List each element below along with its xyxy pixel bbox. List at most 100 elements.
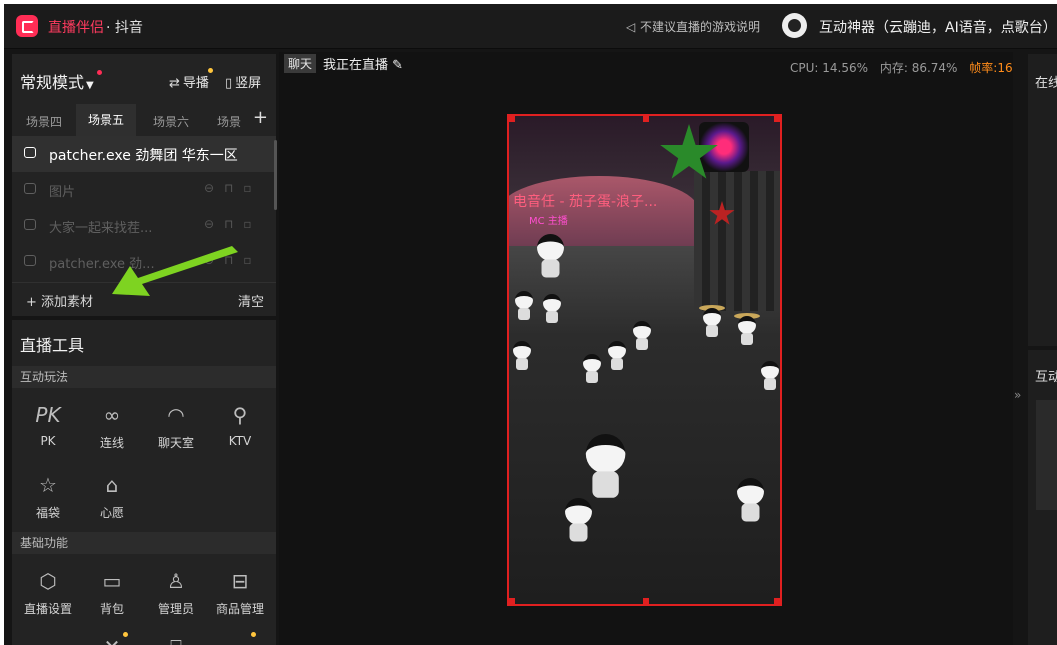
tool-label: 管理员 bbox=[157, 602, 194, 616]
live-title-text: 我正在直播 bbox=[323, 58, 389, 73]
tab-scene-4[interactable]: 场景四 bbox=[26, 113, 62, 130]
avatar-figure bbox=[559, 498, 598, 543]
app-window: 直播伴侣 · 抖音 ◁ 不建议直播的游戏说明 互动神器（云蹦迪，AI语音，点歌台）… bbox=[4, 4, 1057, 645]
resize-handle[interactable] bbox=[509, 598, 515, 604]
interactive-tool-avatar[interactable] bbox=[782, 13, 807, 38]
speaker-stack bbox=[694, 171, 780, 311]
tab-scene-6[interactable]: 场景六 bbox=[153, 113, 189, 130]
mode-dropdown[interactable]: 常规模式 ▼ bbox=[20, 69, 102, 93]
store-icon: ⊟ bbox=[231, 569, 249, 593]
avatar-figure bbox=[531, 234, 570, 279]
tool-more[interactable]: ◡ bbox=[16, 634, 80, 645]
source-actions[interactable]: ⊖⊓▫ bbox=[204, 181, 262, 195]
more-tool-icon: ✕ bbox=[80, 634, 144, 645]
plus-icon: + bbox=[26, 295, 42, 310]
game-notice-link[interactable]: ◁ 不建议直播的游戏说明 bbox=[626, 18, 760, 35]
more-tool-icon: ◡ bbox=[16, 634, 80, 645]
resize-handle[interactable] bbox=[774, 116, 780, 122]
performance-stats: CPU: 14.56% 内存: 86.74% 帧率:16 bbox=[790, 59, 1013, 76]
tool-more[interactable]: ✕ bbox=[80, 632, 144, 645]
resize-handle[interactable] bbox=[509, 116, 515, 122]
platform-label: · 抖音 bbox=[106, 20, 143, 36]
left-panel: 常规模式 ▼ ⇄ 导播 ▯ 竖屏 场景四 场景五 场景六 场景 + patcher.e… bbox=[12, 54, 277, 645]
more-tool-icon: ⌸ bbox=[144, 634, 208, 645]
tool-more[interactable]: ▭ bbox=[208, 632, 272, 645]
admin-icon: ♙ bbox=[167, 569, 185, 593]
interactive-tool-name[interactable]: 互动神器（云蹦迪，AI语音，点歌台） bbox=[819, 17, 1057, 37]
avatar-figure bbox=[579, 354, 605, 384]
portrait-label: 竖屏 bbox=[235, 76, 262, 91]
song-overlay-text: 电音任 - 茄子蛋-浪子... bbox=[513, 194, 658, 210]
avatar-figure bbox=[629, 321, 655, 351]
source-item[interactable]: patcher.exe 劲舞团 华东一区 bbox=[12, 136, 276, 172]
right-panel: 在线 互动 bbox=[1028, 54, 1057, 645]
source-list-scrollbar[interactable] bbox=[274, 140, 277, 210]
tool-label: 背包 bbox=[99, 602, 124, 616]
edit-pencil-icon[interactable]: ✎ bbox=[392, 58, 403, 73]
expand-chevron-icon[interactable]: » bbox=[1014, 388, 1021, 402]
tool-label: 聊天室 bbox=[157, 436, 194, 450]
cpu-usage: CPU: 14.56% bbox=[790, 61, 869, 75]
portrait-button[interactable]: ▯ 竖屏 bbox=[225, 72, 261, 91]
section-interactive: 互动玩法 bbox=[12, 366, 276, 388]
add-source-button[interactable]: + 添加素材 bbox=[26, 291, 93, 310]
avatar-figure bbox=[699, 305, 725, 338]
avatar-figure bbox=[757, 361, 780, 391]
avatar-figure bbox=[731, 478, 770, 523]
tab-scene-5[interactable]: 场景五 bbox=[76, 104, 137, 136]
notification-dot bbox=[251, 632, 256, 637]
tool-more[interactable]: ⌸ bbox=[144, 634, 208, 645]
source-item[interactable]: 图片 ⊖⊓▫ bbox=[12, 172, 276, 208]
source-actions[interactable]: ⊖⊓▫ bbox=[204, 217, 262, 231]
mc-label: MC 主播 bbox=[529, 216, 568, 227]
resize-handle[interactable] bbox=[643, 598, 649, 604]
speaker-icon: ◁ bbox=[626, 20, 636, 34]
tool-label: 商品管理 bbox=[215, 602, 264, 616]
tool-chatroom[interactable]: ◠ 聊天室 bbox=[144, 402, 208, 451]
tool-store[interactable]: ⊟ 商品管理 bbox=[208, 568, 272, 617]
avatar-figure bbox=[509, 341, 535, 371]
tab-scene-7[interactable]: 场景 bbox=[217, 113, 241, 130]
tool-lucky-bag[interactable]: ☆ 福袋 bbox=[16, 472, 80, 521]
live-preview-canvas[interactable]: 电音任 - 茄子蛋-浪子... MC 主播 bbox=[507, 114, 782, 606]
tool-pk[interactable]: PK PK bbox=[16, 402, 80, 448]
link-icon: ∞ bbox=[103, 403, 121, 427]
source-label: 图片 bbox=[49, 185, 76, 200]
resize-handle[interactable] bbox=[643, 116, 649, 122]
mode-label: 常规模式 bbox=[20, 73, 85, 92]
tool-label: 连线 bbox=[99, 436, 124, 450]
add-scene-icon[interactable]: + bbox=[253, 107, 268, 128]
guide-label: 导播 bbox=[182, 76, 209, 91]
backpack-icon: ▭ bbox=[102, 569, 122, 593]
game-notice-text: 不建议直播的游戏说明 bbox=[640, 20, 761, 34]
resize-handle[interactable] bbox=[774, 598, 780, 604]
add-source-label: 添加素材 bbox=[41, 295, 94, 310]
online-users-title: 在线 bbox=[1035, 76, 1057, 91]
section-basic: 基础功能 bbox=[12, 532, 276, 554]
source-label: patcher.exe 劲舞团 华东一区 bbox=[49, 148, 238, 164]
source-item[interactable]: 大家一起来找茬... ⊖⊓▫ bbox=[12, 208, 276, 244]
guide-button[interactable]: ⇄ 导播 bbox=[169, 68, 213, 91]
notification-dot bbox=[207, 68, 213, 73]
tool-label: 直播设置 bbox=[23, 602, 72, 616]
game-source-icon bbox=[24, 255, 36, 266]
tool-label: 心愿 bbox=[99, 506, 124, 520]
memory-usage: 内存: 86.74% bbox=[879, 61, 958, 75]
tool-ktv[interactable]: ⚲ KTV bbox=[208, 402, 272, 448]
chatroom-icon: ◠ bbox=[167, 403, 185, 427]
tool-live-settings[interactable]: ⬡ 直播设置 bbox=[16, 568, 80, 617]
scene-tabs: 场景四 场景五 场景六 场景 + bbox=[12, 104, 276, 136]
live-title[interactable]: 我正在直播 ✎ bbox=[323, 54, 403, 73]
chat-tag: 聊天 bbox=[284, 54, 317, 73]
tool-backpack[interactable]: ▭ 背包 bbox=[80, 568, 144, 617]
switch-arrows-icon: ⇄ bbox=[169, 76, 180, 91]
tool-wish[interactable]: ⌂ 心愿 bbox=[80, 472, 144, 521]
source-label: 大家一起来找茬... bbox=[49, 221, 153, 236]
tool-label: PK bbox=[40, 434, 56, 448]
tool-label: 福袋 bbox=[35, 506, 60, 520]
green-arrow-annotation bbox=[112, 246, 238, 296]
tool-link[interactable]: ∞ 连线 bbox=[80, 402, 144, 451]
tool-label: KTV bbox=[228, 434, 252, 448]
tool-admin[interactable]: ♙ 管理员 bbox=[144, 568, 208, 617]
settings-hex-icon: ⬡ bbox=[39, 569, 57, 593]
